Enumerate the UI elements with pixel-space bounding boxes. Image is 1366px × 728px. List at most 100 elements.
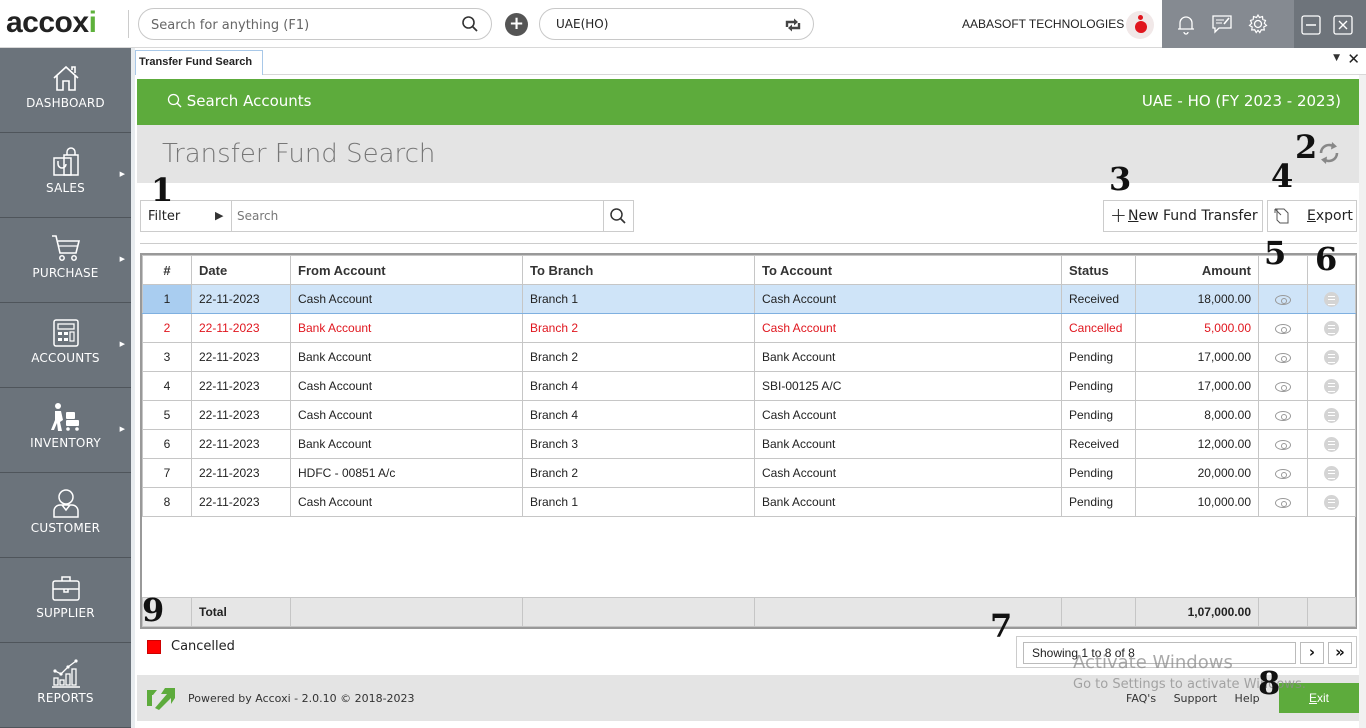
sidebar-item-sales[interactable]: SALES ▶ <box>0 133 131 218</box>
exit-button[interactable]: Exit <box>1279 683 1359 713</box>
cell-to-account: Cash Account <box>754 313 1062 343</box>
tab-list-dropdown-icon[interactable]: ▼ <box>1333 53 1340 63</box>
global-search[interactable] <box>138 8 492 40</box>
row-menu-icon[interactable] <box>1324 291 1339 307</box>
col-header-number[interactable]: # <box>142 255 192 285</box>
help-link[interactable]: Help <box>1235 692 1260 705</box>
faq-link[interactable]: FAQ's <box>1126 692 1156 705</box>
row-menu-icon[interactable] <box>1324 320 1339 336</box>
cell-from-account: Cash Account <box>290 400 523 430</box>
search-input[interactable] <box>237 207 597 225</box>
user-avatar[interactable] <box>1126 11 1154 39</box>
table-row[interactable]: 8 22-11-2023 Cash Account Branch 1 Bank Acco… <box>142 487 1356 517</box>
refresh-icon[interactable] <box>1315 139 1343 167</box>
branch-selector[interactable]: UAE(HO) <box>539 8 814 40</box>
page-scrollbar[interactable] <box>1359 75 1366 728</box>
sidebar-item-accounts[interactable]: ACCOUNTS ▶ <box>0 303 131 388</box>
cell-date: 22-11-2023 <box>191 371 291 401</box>
search-accounts-link[interactable]: Search Accounts <box>167 92 311 110</box>
sidebar-item-dashboard[interactable]: DASHBOARD <box>0 48 131 133</box>
cell-status: Cancelled <box>1061 313 1136 343</box>
person-icon <box>50 487 82 519</box>
bell-icon[interactable] <box>1174 12 1198 36</box>
col-header-amount[interactable]: Amount <box>1135 255 1259 285</box>
cell-to-branch: Branch 4 <box>522 400 755 430</box>
table-row[interactable]: 6 22-11-2023 Bank Account Branch 3 Bank Acco… <box>142 429 1356 459</box>
table-row[interactable]: 5 22-11-2023 Cash Account Branch 4 Cash Acco… <box>142 400 1356 430</box>
col-header-from-account[interactable]: From Account <box>290 255 523 285</box>
close-window-icon[interactable] <box>1332 14 1356 38</box>
cell-status: Received <box>1061 429 1136 459</box>
cell-status: Pending <box>1061 487 1136 517</box>
cell-status: Pending <box>1061 400 1136 430</box>
callout-4: 4 <box>1271 157 1294 195</box>
table-row[interactable]: 7 22-11-2023 HDFC - 00851 A/c Branch 2 Cash … <box>142 458 1356 488</box>
eye-icon[interactable] <box>1275 352 1291 363</box>
sidebar-item-purchase[interactable]: PURCHASE ▶ <box>0 218 131 303</box>
eye-icon[interactable] <box>1275 497 1291 508</box>
view-cell <box>1258 313 1308 343</box>
table-row[interactable]: 1 22-11-2023 Cash Account Branch 1 Cash Acco… <box>142 284 1356 314</box>
search-icon[interactable] <box>461 15 479 36</box>
add-icon[interactable]: + <box>505 13 528 36</box>
row-menu-icon[interactable] <box>1324 465 1339 481</box>
tab-transfer-fund-search[interactable]: Transfer Fund Search <box>135 50 264 75</box>
cell-date: 22-11-2023 <box>191 342 291 372</box>
eye-icon[interactable] <box>1275 439 1291 450</box>
sidebar-scrollbar[interactable] <box>131 48 135 728</box>
gear-icon[interactable] <box>1246 12 1270 36</box>
switch-branch-icon[interactable] <box>783 15 803 38</box>
divider <box>231 201 232 231</box>
last-page-button[interactable]: » <box>1328 642 1352 664</box>
eye-icon[interactable] <box>1275 381 1291 392</box>
col-header-date[interactable]: Date <box>191 255 291 285</box>
eye-icon[interactable] <box>1275 294 1291 305</box>
table-row[interactable]: 4 22-11-2023 Cash Account Branch 4 SBI-00125… <box>142 371 1356 401</box>
col-header-to-branch[interactable]: To Branch <box>522 255 755 285</box>
row-menu-icon[interactable] <box>1324 494 1339 510</box>
cell-to-branch: Branch 3 <box>522 429 755 459</box>
actions-cell <box>1307 458 1356 488</box>
col-header-status[interactable]: Status <box>1061 255 1136 285</box>
new-fund-transfer-button[interactable]: + New Fund Transfer <box>1103 200 1263 232</box>
search-icon[interactable] <box>609 207 627 228</box>
exit-label: xit <box>1317 691 1329 705</box>
row-menu-icon[interactable] <box>1324 436 1339 452</box>
minimize-icon[interactable] <box>1300 14 1324 38</box>
row-menu-icon[interactable] <box>1324 349 1339 365</box>
sidebar-item-customer[interactable]: CUSTOMER <box>0 473 131 558</box>
cell-to-account: Cash Account <box>754 458 1062 488</box>
global-search-input[interactable] <box>151 15 451 35</box>
cell-status: Pending <box>1061 342 1136 372</box>
support-link[interactable]: Support <box>1174 692 1217 705</box>
company-selector[interactable]: AABASOFT TECHNOLOGIES▶ <box>962 17 1134 31</box>
sidebar-item-supplier[interactable]: SUPPLIER <box>0 558 131 643</box>
row-menu-icon[interactable] <box>1324 378 1339 394</box>
cell-amount: 10,000.00 <box>1135 487 1259 517</box>
cell-from-account: Cash Account <box>290 371 523 401</box>
filter-toggle[interactable]: Filter <box>148 209 180 224</box>
next-page-button[interactable]: › <box>1300 642 1324 664</box>
sidebar-item-inventory[interactable]: INVENTORY ▶ <box>0 388 131 473</box>
sidebar-item-reports[interactable]: REPORTS <box>0 643 131 728</box>
eye-icon[interactable] <box>1275 410 1291 421</box>
row-menu-icon[interactable] <box>1324 407 1339 423</box>
cell-amount: 18,000.00 <box>1135 284 1259 314</box>
page-title: Transfer Fund Search <box>162 139 436 169</box>
cell-to-account: Cash Account <box>754 284 1062 314</box>
table-row[interactable]: 3 22-11-2023 Bank Account Branch 2 Bank Acco… <box>142 342 1356 372</box>
total-cell <box>522 597 755 627</box>
cell-number: 5 <box>142 400 192 430</box>
message-icon[interactable] <box>1210 12 1234 36</box>
col-header-to-account[interactable]: To Account <box>754 255 1062 285</box>
eye-icon[interactable] <box>1275 468 1291 479</box>
export-button[interactable]: Export <box>1267 200 1357 232</box>
close-tab-icon[interactable]: ✕ <box>1347 50 1360 68</box>
caret-right-icon[interactable]: ▶ <box>215 209 223 222</box>
table-header: # Date From Account To Branch To Account… <box>142 255 1356 285</box>
table-row[interactable]: 2 22-11-2023 Bank Account Branch 2 Cash Acco… <box>142 313 1356 343</box>
actions-cell <box>1307 400 1356 430</box>
cell-status: Pending <box>1061 458 1136 488</box>
callout-6: 6 <box>1315 240 1338 278</box>
eye-icon[interactable] <box>1275 323 1291 334</box>
